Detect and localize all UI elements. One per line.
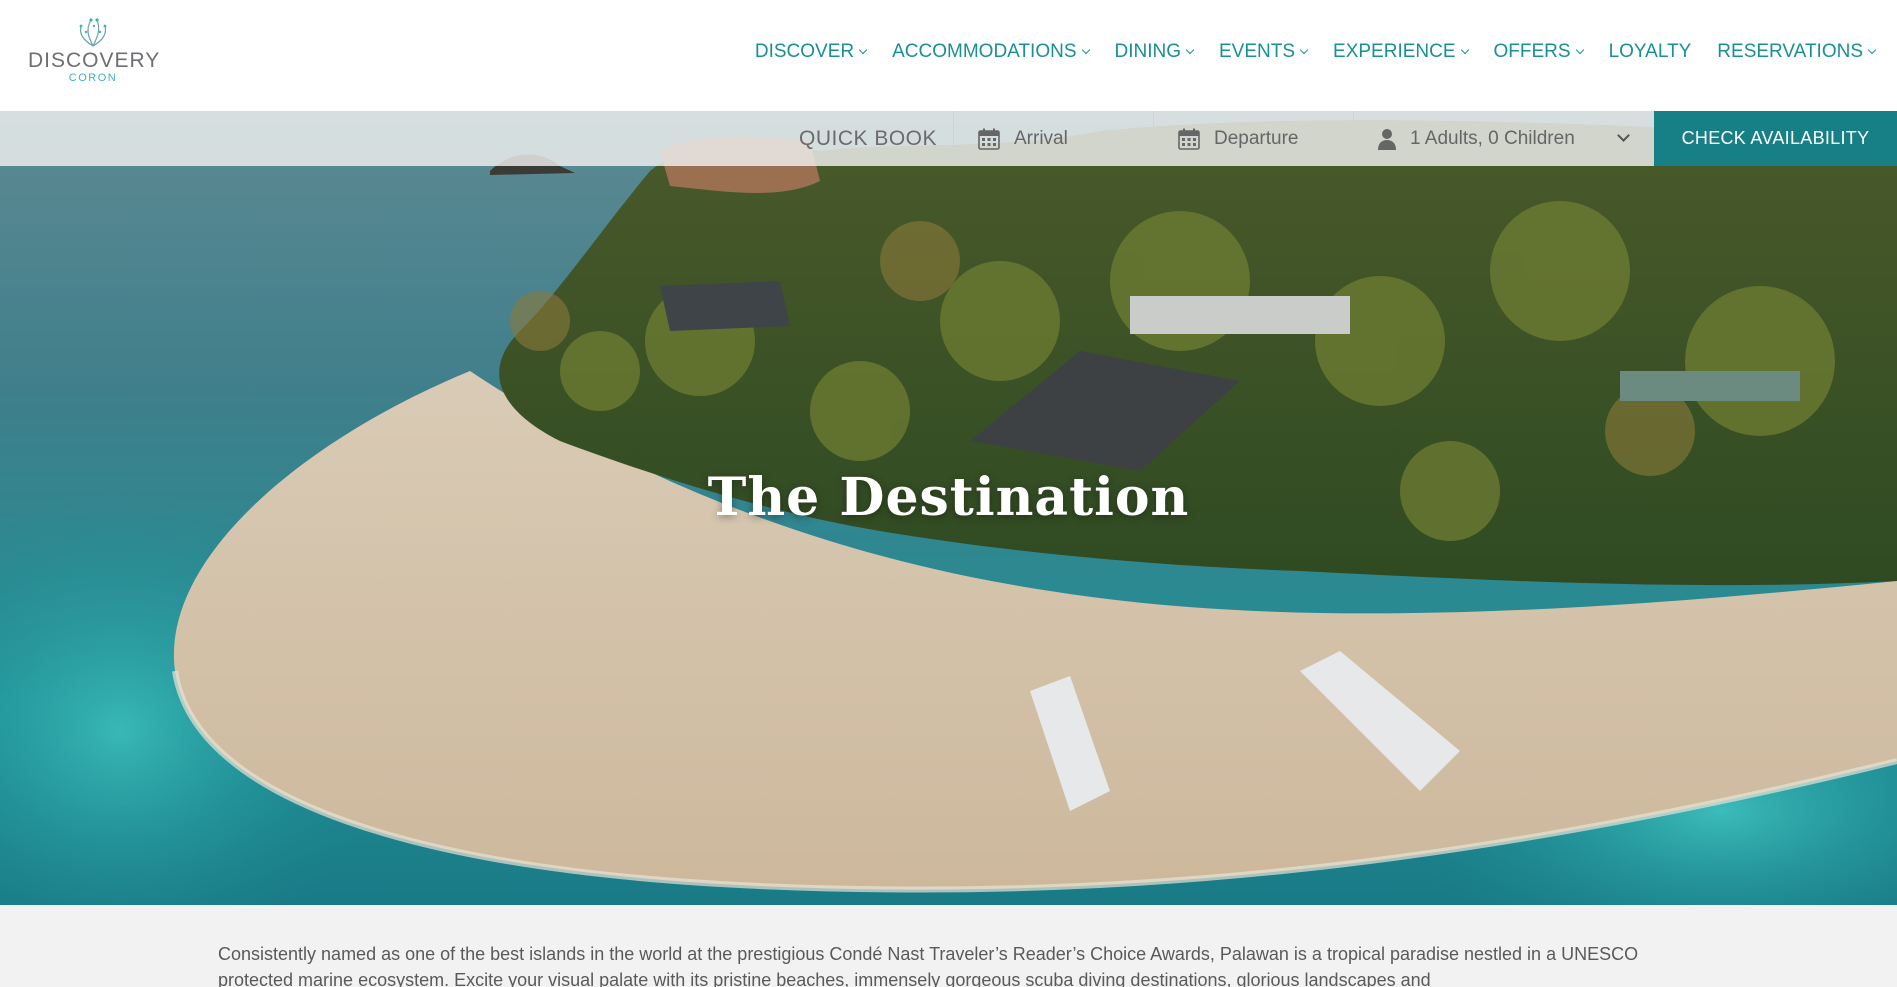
main-nav: DISCOVER ACCOMMODATIONS DINING EVENTS EX… xyxy=(729,41,1877,63)
site-header: DISCOVERY CORON DISCOVER ACCOMMODATIONS … xyxy=(0,0,1897,111)
chevron-down-icon xyxy=(1867,45,1877,55)
quick-book-label: QUICK BOOK xyxy=(799,127,938,150)
intro-paragraph: Consistently named as one of the best is… xyxy=(218,944,1639,987)
intro-section: Consistently named as one of the best is… xyxy=(0,905,1897,987)
nav-item-accommodations[interactable]: ACCOMMODATIONS xyxy=(892,41,1090,63)
calendar-icon xyxy=(978,128,1000,150)
chevron-down-icon xyxy=(858,45,868,55)
nav-item-label: OFFERS xyxy=(1493,41,1571,62)
departure-date-field[interactable]: Departure xyxy=(1153,111,1353,166)
chevron-down-icon xyxy=(1460,45,1469,55)
departure-placeholder: Departure xyxy=(1214,127,1299,149)
chevron-down-icon xyxy=(1299,45,1309,55)
chevron-down-icon xyxy=(1617,129,1630,142)
chevron-down-icon xyxy=(1185,45,1195,55)
nav-item-experience[interactable]: EXPERIENCE xyxy=(1333,41,1469,63)
nav-item-loyalty[interactable]: LOYALTY xyxy=(1609,41,1692,63)
nav-item-reservations[interactable]: RESERVATIONS xyxy=(1717,41,1877,63)
nav-item-offers[interactable]: OFFERS xyxy=(1493,41,1584,63)
nav-item-label: EVENTS xyxy=(1219,41,1296,62)
nav-item-discover[interactable]: DISCOVER xyxy=(754,41,868,63)
calendar-icon xyxy=(1178,128,1200,150)
arrival-date-field[interactable]: Arrival xyxy=(953,111,1153,166)
brand-name: DISCOVERY xyxy=(28,49,161,72)
chevron-down-icon xyxy=(1575,45,1584,55)
chevron-down-icon xyxy=(1081,45,1090,55)
person-icon xyxy=(1378,128,1396,150)
nav-item-label: DISCOVER xyxy=(754,41,855,62)
quick-book-bar: QUICK BOOK Arrival Departure 1 Adults, 0… xyxy=(0,111,1897,166)
brand-location: CORON xyxy=(68,72,118,84)
logo-leaf-icon xyxy=(79,18,107,47)
guests-value: 1 Adults, 0 Children xyxy=(1410,127,1575,149)
check-availability-button[interactable]: CHECK AVAILABILITY xyxy=(1654,111,1897,166)
nav-item-label: EXPERIENCE xyxy=(1333,41,1456,62)
nav-item-label: ACCOMMODATIONS xyxy=(892,41,1077,62)
nav-item-events[interactable]: EVENTS xyxy=(1219,41,1309,63)
nav-item-label: LOYALTY xyxy=(1608,41,1692,62)
site-logo[interactable]: DISCOVERY CORON xyxy=(28,14,161,94)
nav-item-label: RESERVATIONS xyxy=(1717,41,1863,62)
arrival-placeholder: Arrival xyxy=(1014,127,1068,149)
hero-title: The Destination xyxy=(707,467,1190,528)
guests-select[interactable]: 1 Adults, 0 Children xyxy=(1353,111,1654,166)
nav-item-dining[interactable]: DINING xyxy=(1114,41,1195,63)
hero-banner: The Destination xyxy=(0,111,1897,905)
nav-item-label: DINING xyxy=(1114,41,1182,62)
